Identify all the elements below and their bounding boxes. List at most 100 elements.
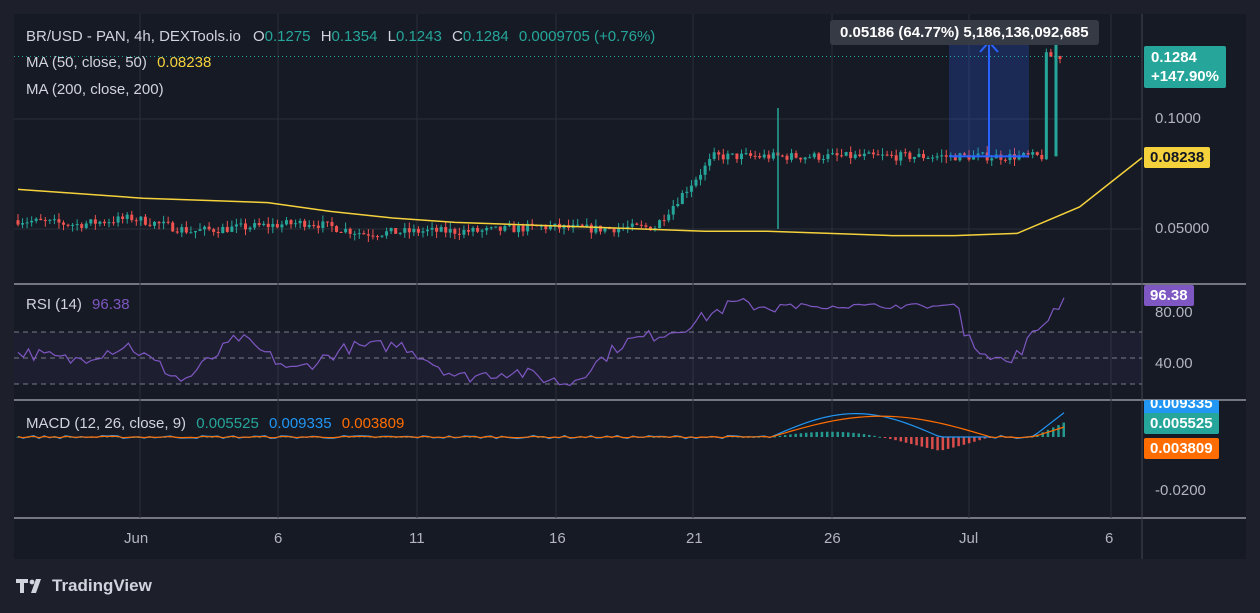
macd-histogram-bar (920, 437, 924, 447)
candle-body (799, 157, 803, 160)
candle-body (826, 154, 830, 160)
macd-histogram-bar (952, 437, 955, 448)
candle-body (521, 225, 525, 232)
open-label: O (252, 28, 265, 45)
candle-body (931, 157, 935, 159)
candle-body (871, 152, 875, 155)
candle-body (899, 152, 903, 161)
candle-body (203, 226, 207, 230)
candle-body (80, 224, 84, 228)
macd-histogram-bar (1046, 429, 1050, 437)
candle-body (612, 228, 616, 233)
macd-hist-value: 0.005525 (196, 415, 259, 432)
chart-canvas[interactable] (14, 14, 1246, 559)
candle-body (808, 157, 812, 159)
candle-body (658, 220, 662, 229)
rsi-legend[interactable]: RSI (14) 96.38 (26, 296, 130, 313)
candle-body (280, 224, 284, 228)
rsi-tag: 96.38 (1144, 285, 1194, 306)
time-label-26: 26 (824, 530, 841, 547)
candle-body (130, 214, 134, 221)
candle-body (189, 232, 193, 234)
time-label-jun: Jun (124, 530, 149, 547)
macd-histogram-bar (794, 433, 797, 437)
macd-histogram-bar (941, 437, 945, 451)
macd-histogram-bar (868, 434, 871, 437)
candle-body (430, 227, 434, 230)
macd-legend[interactable]: MACD (12, 26, close, 9) 0.005525 0.00933… (26, 415, 404, 432)
candle-body (635, 223, 639, 225)
macd-histogram-bar (904, 437, 908, 443)
macd-histogram-bar (799, 433, 803, 437)
ma50-value: 0.08238 (157, 54, 212, 71)
candle-body (453, 229, 457, 234)
macd-histogram-bar (810, 432, 813, 437)
candle-body (339, 231, 343, 233)
candle-body (39, 218, 43, 221)
candle-body (143, 216, 147, 225)
candle-body (403, 228, 407, 233)
candle-body (494, 226, 498, 228)
candle-body (844, 152, 848, 156)
candle-body (48, 219, 52, 221)
candle-body (284, 220, 288, 225)
time-label-6: 6 (274, 530, 283, 547)
candle-body (166, 221, 170, 223)
candle-body (712, 152, 716, 160)
macd-histogram-bar (778, 435, 782, 437)
candle-body (30, 220, 34, 223)
ma200-legend[interactable]: MA (200, close, 200) (26, 81, 164, 98)
last-price-value: 0.1284 (1151, 49, 1197, 66)
candle-body (699, 174, 703, 180)
candle-body (717, 152, 721, 155)
candle-body (385, 231, 389, 236)
macd-histogram-bar (1057, 425, 1060, 437)
candle-body (362, 233, 366, 235)
candle-body (353, 233, 357, 235)
candle-body (694, 179, 698, 186)
candle-body (917, 153, 921, 157)
candle-body (275, 223, 279, 228)
candle-body (881, 154, 885, 156)
macd-line-value: 0.009335 (268, 415, 332, 432)
candle-body (307, 225, 311, 227)
tradingview-logo-icon (16, 579, 41, 593)
macd-histogram-bar (825, 431, 829, 437)
candle-body (57, 219, 61, 223)
candle-body (234, 224, 238, 227)
candle-body (444, 227, 448, 233)
macd-histogram-bar (852, 432, 855, 437)
candle-body (134, 220, 138, 222)
candle-body (817, 153, 821, 160)
candle-body (744, 153, 748, 155)
candle-body (294, 223, 298, 225)
macd-histogram-bar (783, 435, 787, 437)
candle-body (708, 159, 712, 166)
candle-body (485, 228, 489, 231)
candle-body (335, 226, 339, 232)
macd-histogram-bar (973, 437, 976, 442)
ma50-legend[interactable]: MA (50, close, 50) 0.08238 (26, 54, 211, 71)
candle-body (412, 228, 416, 233)
macd-histogram-bar (857, 433, 861, 437)
macd-histogram-bar (878, 436, 882, 438)
candle-body (248, 227, 252, 230)
measure-tooltip: 0.05186 (64.77%) 5,186,136,092,685 (830, 20, 1099, 45)
candle-body (1031, 152, 1035, 155)
macd-histogram-bar (946, 437, 950, 449)
candle-body (803, 157, 807, 160)
candle-body (1040, 154, 1044, 160)
symbol-label: BR/USD - PAN, 4h, DEXTools.io (26, 28, 241, 45)
tradingview-logo[interactable]: TradingView (16, 576, 152, 596)
candle-body (912, 156, 916, 160)
macd-histogram-bar (910, 437, 913, 445)
macd-histogram-bar (862, 434, 866, 437)
candle-body (457, 233, 461, 235)
candle-body (66, 224, 70, 226)
last-price-change: +147.90% (1151, 68, 1219, 85)
candle-body (862, 153, 866, 157)
candle-body (730, 153, 734, 155)
candle-body (357, 233, 361, 235)
candle-body (371, 235, 375, 237)
candle-body (630, 223, 634, 227)
